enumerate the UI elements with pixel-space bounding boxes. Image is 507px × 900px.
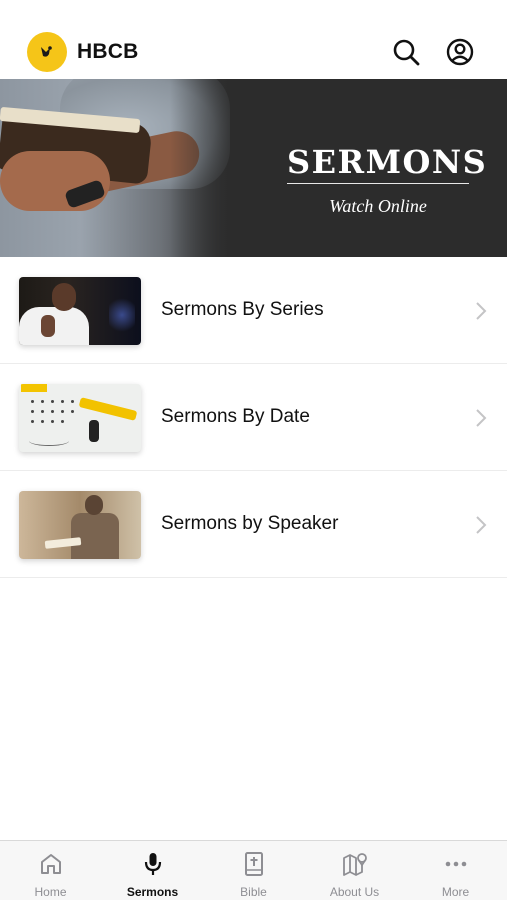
tab-more[interactable]: More	[405, 841, 506, 900]
user-circle-icon[interactable]	[445, 37, 475, 67]
map-icon	[342, 853, 367, 876]
brand-name: HBCB	[77, 40, 139, 63]
bible-icon	[244, 852, 263, 876]
list-item-sermons-by-date[interactable]: Sermons By Date	[0, 364, 507, 471]
chevron-right-icon	[476, 409, 487, 427]
list-item-sermons-by-speaker[interactable]: Sermons by Speaker	[0, 471, 507, 578]
home-icon	[40, 854, 61, 874]
tab-label: Sermons	[126, 885, 179, 899]
bird-logo-icon[interactable]	[27, 32, 67, 72]
tab-label: Bible	[240, 885, 267, 899]
app-header: HBCB	[0, 0, 507, 79]
banner-subtitle: Watch Online	[329, 196, 427, 216]
list-item-label: Sermons By Series	[161, 299, 324, 320]
banner-title: SERMONS	[287, 143, 488, 181]
chevron-right-icon	[476, 302, 487, 320]
tab-about-us[interactable]: About Us	[304, 841, 405, 900]
sermons-banner: SERMONS Watch Online	[0, 79, 507, 257]
calendar-thumbnail	[19, 384, 141, 452]
chevron-right-icon	[476, 516, 487, 534]
list-item-sermons-by-series[interactable]: Sermons By Series	[0, 257, 507, 364]
tab-bible[interactable]: Bible	[203, 841, 304, 900]
tab-label: Home	[34, 885, 67, 899]
preacher-thumbnail	[19, 277, 141, 345]
banner-divider	[287, 183, 469, 184]
tab-home[interactable]: Home	[0, 841, 101, 900]
bottom-tab-bar: Home Sermons Bible About Us More	[0, 840, 507, 900]
sermon-categories-list: Sermons By Series Sermons By Date Sermon…	[0, 257, 507, 578]
microphone-icon	[144, 853, 161, 875]
list-item-label: Sermons By Date	[161, 406, 310, 427]
tab-label: About Us	[329, 885, 380, 899]
speaker-thumbnail	[19, 491, 141, 559]
more-icon	[445, 861, 466, 867]
tab-sermons[interactable]: Sermons	[102, 841, 203, 900]
list-item-label: Sermons by Speaker	[161, 513, 339, 534]
search-icon[interactable]	[391, 37, 421, 67]
tab-label: More	[441, 885, 470, 899]
